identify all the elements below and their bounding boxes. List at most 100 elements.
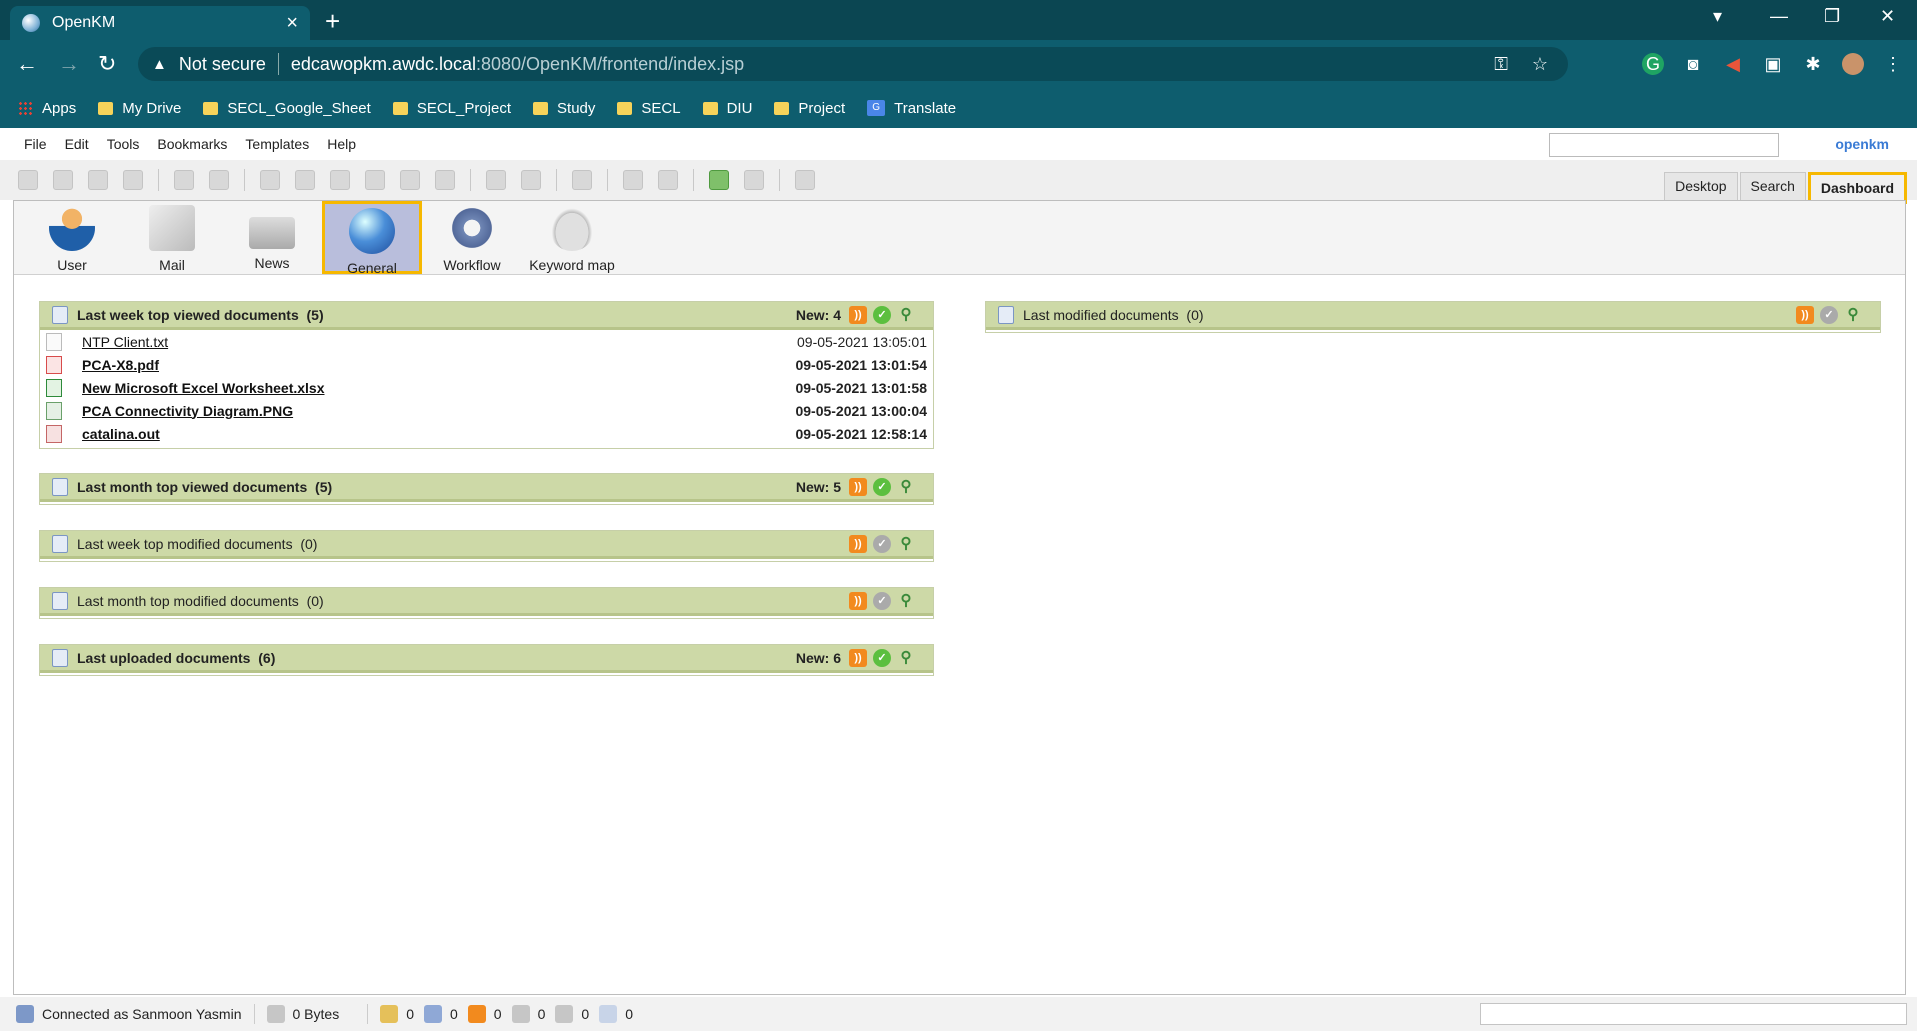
document-row[interactable]: PCA-X8.pdf 09-05-2021 13:01:54 xyxy=(40,353,933,376)
dashboard-tab-news[interactable]: News xyxy=(222,201,322,274)
document-row[interactable]: New Microsoft Excel Worksheet.xlsx 09-05-… xyxy=(40,376,933,399)
dashboard-tab-mail[interactable]: Mail xyxy=(122,201,222,274)
panel-header[interactable]: Last modified documents (0) )) ✓ ⚲ xyxy=(986,302,1880,330)
home-icon[interactable] xyxy=(744,170,764,190)
document-link[interactable]: catalina.out xyxy=(82,426,160,442)
new-tab-icon[interactable]: + xyxy=(325,6,340,37)
bookmark-study[interactable]: Study xyxy=(533,100,595,117)
minimize-icon[interactable]: — xyxy=(1770,6,1788,27)
back-icon[interactable]: ← xyxy=(16,51,38,77)
zoom-icon[interactable]: ⚲ xyxy=(1844,306,1862,324)
restore-icon[interactable]: ❐ xyxy=(1824,6,1840,27)
bookmark-my-drive[interactable]: My Drive xyxy=(98,100,181,117)
zoom-icon[interactable]: ⚲ xyxy=(897,478,915,496)
menu-file[interactable]: File xyxy=(24,136,47,152)
key-icon[interactable]: ⚿ xyxy=(1494,54,1508,75)
bookmark-secl-project[interactable]: SECL_Project xyxy=(392,100,511,117)
checkout-docs-icon[interactable] xyxy=(424,1005,442,1023)
toolbar-icon[interactable] xyxy=(795,170,815,190)
dashboard-tab-keyword-map[interactable]: Keyword map xyxy=(522,201,622,274)
check-icon[interactable]: ✓ xyxy=(1820,305,1838,324)
workflow-tasks-icon[interactable] xyxy=(555,1005,574,1023)
close-window-icon[interactable]: ✕ xyxy=(1880,6,1895,27)
grammarly-icon[interactable]: G xyxy=(1642,53,1664,75)
bookmark-project[interactable]: Project xyxy=(774,100,845,117)
locked-docs-icon[interactable] xyxy=(380,1005,399,1023)
toolbar-icon[interactable] xyxy=(658,170,678,190)
avatar[interactable] xyxy=(1842,53,1864,75)
toolbar-icon[interactable] xyxy=(521,170,541,190)
extension-icon[interactable]: ◀ xyxy=(1722,53,1744,75)
star-icon[interactable]: ☆ xyxy=(1532,54,1548,75)
browser-tab[interactable]: OpenKM × xyxy=(10,6,310,40)
document-link[interactable]: PCA Connectivity Diagram.PNG xyxy=(82,403,293,419)
check-icon[interactable]: ✓ xyxy=(873,591,891,610)
document-row[interactable]: catalina.out 09-05-2021 12:58:14 xyxy=(40,422,933,445)
bookmark-diu[interactable]: DIU xyxy=(702,100,752,117)
rss-icon[interactable]: )) xyxy=(849,477,867,496)
panel-header[interactable]: Last week top viewed documents (5) New: … xyxy=(40,302,933,330)
news-docs-icon[interactable] xyxy=(511,1005,530,1023)
toolbar-icon[interactable] xyxy=(88,170,108,190)
reload-icon[interactable]: ↻ xyxy=(98,51,116,77)
panel-header[interactable]: Last month top modified documents (0) ))… xyxy=(40,588,933,616)
menu-edit[interactable]: Edit xyxy=(65,136,89,152)
toolbar-icon[interactable] xyxy=(365,170,385,190)
toolbar-icon[interactable] xyxy=(18,170,38,190)
zoom-icon[interactable]: ⚲ xyxy=(897,306,915,324)
toolbar-icon[interactable] xyxy=(174,170,194,190)
panel-header[interactable]: Last uploaded documents (6) New: 6)) ✓ ⚲ xyxy=(40,645,933,673)
bookmark-apps[interactable]: Apps xyxy=(18,100,76,117)
subscribed-docs-icon[interactable] xyxy=(467,1005,486,1023)
menu-help[interactable]: Help xyxy=(327,136,356,152)
quick-search-input[interactable] xyxy=(1549,133,1779,157)
toolbar-icon[interactable] xyxy=(623,170,643,190)
toolbar-icon[interactable] xyxy=(572,170,592,190)
toolbar-icon[interactable] xyxy=(295,170,315,190)
menu-tools[interactable]: Tools xyxy=(107,136,140,152)
check-icon[interactable]: ✓ xyxy=(873,648,891,667)
dashboard-tab-workflow[interactable]: Workflow xyxy=(422,201,522,274)
toolbar-icon[interactable] xyxy=(123,170,143,190)
rss-icon[interactable]: )) xyxy=(849,305,867,324)
url-bar[interactable]: ▲ Not secure edcawopkm.awdc.local :8080/… xyxy=(138,47,1568,81)
document-link[interactable]: New Microsoft Excel Worksheet.xlsx xyxy=(82,380,325,396)
check-icon[interactable]: ✓ xyxy=(873,534,891,553)
toolbar-icon[interactable] xyxy=(260,170,280,190)
panel-header[interactable]: Last month top viewed documents (5) New:… xyxy=(40,474,933,502)
panel-header[interactable]: Last week top modified documents (0) )) ✓… xyxy=(40,531,933,559)
zoom-icon[interactable]: ⚲ xyxy=(897,649,915,667)
profile-dropdown-icon[interactable]: ▾ xyxy=(1713,6,1722,27)
document-row[interactable]: PCA Connectivity Diagram.PNG 09-05-2021 1… xyxy=(40,399,933,422)
toolbar-icon[interactable] xyxy=(486,170,506,190)
rss-icon[interactable]: )) xyxy=(849,534,867,553)
rss-icon[interactable]: )) xyxy=(849,648,867,667)
bookmark-secl[interactable]: SECL xyxy=(617,100,681,117)
menu-templates[interactable]: Templates xyxy=(245,136,309,152)
close-tab-icon[interactable]: × xyxy=(286,12,298,35)
toolbar-icon[interactable] xyxy=(435,170,455,190)
document-link[interactable]: PCA-X8.pdf xyxy=(82,357,159,373)
pending-tasks-icon[interactable] xyxy=(599,1005,618,1023)
dashboard-tab-user[interactable]: User xyxy=(22,201,122,274)
bookmark-translate[interactable]: G Translate xyxy=(867,100,956,117)
toolbar-icon[interactable] xyxy=(400,170,420,190)
refresh-icon[interactable] xyxy=(709,170,729,190)
bookmark-secl-google-sheet[interactable]: SECL_Google_Sheet xyxy=(203,100,371,117)
rss-icon[interactable]: )) xyxy=(849,591,867,610)
rss-icon[interactable]: )) xyxy=(1796,305,1814,324)
screen-icon[interactable]: ▣ xyxy=(1762,53,1784,75)
zoom-icon[interactable]: ⚲ xyxy=(897,592,915,610)
check-icon[interactable]: ✓ xyxy=(873,477,891,496)
toolbar-icon[interactable] xyxy=(53,170,73,190)
toolbar-icon[interactable] xyxy=(330,170,350,190)
puzzle-icon[interactable]: ✱ xyxy=(1802,53,1824,75)
more-menu-icon[interactable]: ⋮ xyxy=(1882,53,1904,75)
toolbar-icon[interactable] xyxy=(209,170,229,190)
menu-bookmarks[interactable]: Bookmarks xyxy=(157,136,227,152)
dashboard-tab-general[interactable]: General xyxy=(322,201,422,276)
zoom-icon[interactable]: ⚲ xyxy=(897,535,915,553)
camera-icon[interactable]: ◙ xyxy=(1682,53,1704,75)
document-row[interactable]: NTP Client.txt 09-05-2021 13:05:01 xyxy=(40,330,933,353)
check-icon[interactable]: ✓ xyxy=(873,305,891,324)
